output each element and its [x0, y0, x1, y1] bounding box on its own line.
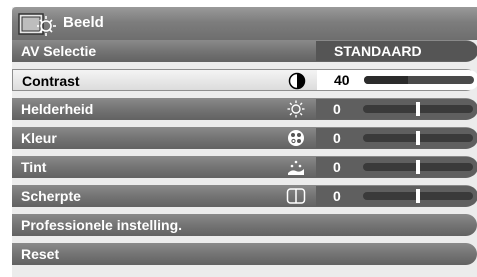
helderheid-slider[interactable]: 0: [316, 99, 477, 119]
tint-value: 0: [333, 159, 341, 175]
tint-label: Tint: [21, 159, 47, 175]
menu-item-professionele-instelling[interactable]: Professionele instelling.: [12, 214, 477, 236]
menu-title: Beeld: [63, 14, 104, 31]
helderheid-value: 0: [333, 101, 341, 117]
contrast-slider[interactable]: 40: [317, 70, 477, 90]
menu-item-contrast[interactable]: Contrast 40: [12, 69, 477, 91]
tint-icon: [288, 160, 304, 175]
menu-title-bar: Beeld: [12, 7, 477, 40]
picture-settings-icon: [18, 13, 56, 36]
scherpte-value: 0: [333, 188, 341, 204]
av-selectie-value: STANDAARD: [334, 43, 422, 59]
brightness-sun-icon: [287, 100, 305, 118]
av-selectie-value-box[interactable]: STANDAARD: [316, 41, 477, 61]
contrast-slider-fill: [364, 76, 408, 84]
contrast-slider-track: [364, 76, 474, 84]
menu-item-tint[interactable]: Tint 0: [12, 156, 477, 178]
scherpte-slider-marker[interactable]: [416, 189, 420, 203]
contrast-value: 40: [334, 72, 350, 88]
av-selectie-label: AV Selectie: [21, 43, 97, 59]
color-palette-icon: [288, 130, 304, 146]
sharpness-icon: [286, 188, 306, 204]
tint-slider[interactable]: 0: [316, 157, 477, 177]
tint-slider-marker[interactable]: [416, 160, 420, 174]
kleur-label: Kleur: [21, 130, 57, 146]
helderheid-slider-track: [363, 102, 473, 116]
menu-item-reset[interactable]: Reset: [12, 243, 477, 265]
kleur-slider-marker[interactable]: [416, 131, 420, 145]
kleur-value: 0: [333, 130, 341, 146]
menu-item-scherpte[interactable]: Scherpte 0: [12, 185, 477, 207]
contrast-icon: [288, 72, 306, 90]
scherpte-slider[interactable]: 0: [316, 186, 477, 206]
kleur-slider-track: [363, 131, 473, 145]
menu-item-kleur[interactable]: Kleur 0: [12, 127, 477, 149]
professionele-instelling-label: Professionele instelling.: [21, 217, 183, 233]
helderheid-slider-marker[interactable]: [416, 102, 420, 116]
menu-item-av-selectie[interactable]: AV Selectie STANDAARD: [12, 40, 477, 62]
scherpte-slider-track: [363, 189, 473, 203]
menu-list: AV Selectie STANDAARD Contrast 40 Helder…: [12, 40, 477, 272]
reset-label: Reset: [21, 246, 60, 262]
kleur-slider[interactable]: 0: [316, 128, 477, 148]
tint-slider-track: [363, 160, 473, 174]
menu-item-helderheid[interactable]: Helderheid 0: [12, 98, 477, 120]
helderheid-label: Helderheid: [21, 101, 94, 117]
scherpte-label: Scherpte: [21, 188, 81, 204]
contrast-label: Contrast: [22, 73, 80, 89]
